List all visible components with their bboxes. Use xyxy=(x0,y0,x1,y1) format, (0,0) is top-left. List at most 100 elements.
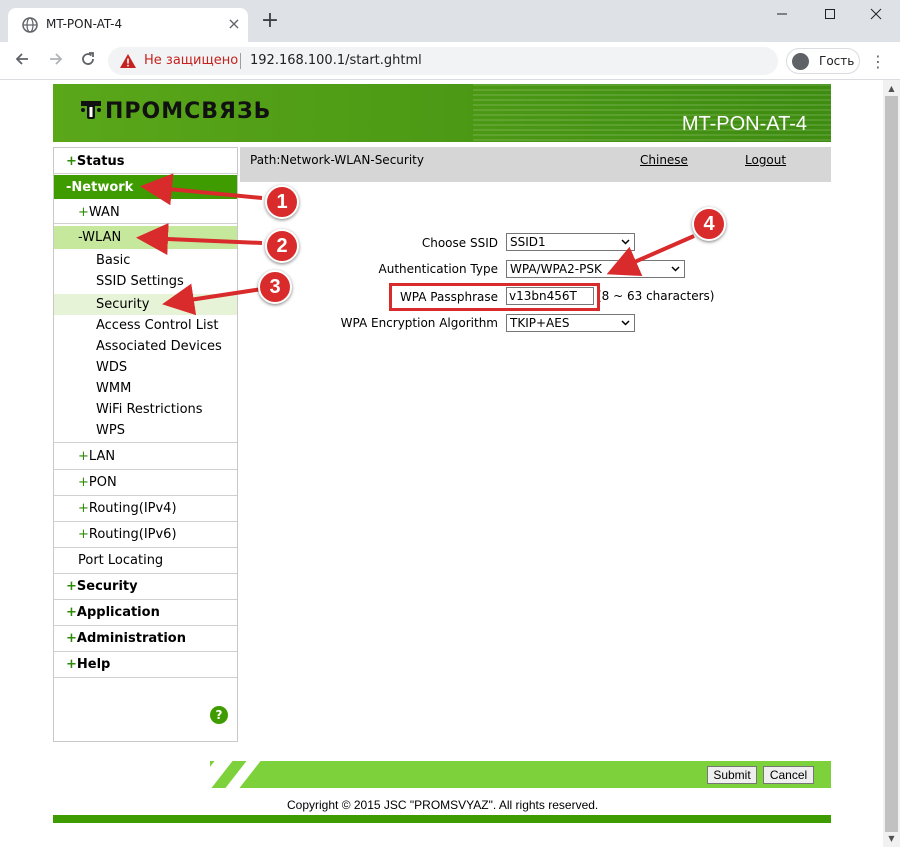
ssid-value: SSID1 xyxy=(510,235,546,249)
sidebar-item-label: Associated Devices xyxy=(96,339,222,354)
chevron-down-icon xyxy=(621,320,630,326)
sidebar-item-label: WAN xyxy=(88,205,120,220)
sidebar-item-label: Application xyxy=(76,605,160,620)
auth-type-label: Authentication Type xyxy=(378,262,498,276)
sidebar-item-wlan[interactable]: -WLAN xyxy=(54,226,237,249)
maximize-icon[interactable] xyxy=(820,6,840,26)
sidebar-item-label: Status xyxy=(76,154,125,169)
sidebar-item-wmm[interactable]: WMM xyxy=(54,379,237,400)
sidebar-item-wifi-restrictions[interactable]: WiFi Restrictions xyxy=(54,400,237,421)
profile-label: Гость xyxy=(819,54,855,68)
step-badge-3: 3 xyxy=(258,270,292,304)
expand-sign: + xyxy=(78,449,89,464)
expand-sign: + xyxy=(66,154,77,169)
sidebar-item-ssid-settings[interactable]: SSID Settings xyxy=(54,272,237,293)
scroll-down-icon[interactable]: ▼ xyxy=(887,834,896,843)
step-badge-1: 1 xyxy=(265,185,299,219)
ssid-select[interactable]: SSID1 xyxy=(506,233,635,251)
sidebar-item-label: WLAN xyxy=(82,230,122,245)
help-icon[interactable]: ? xyxy=(210,706,228,724)
profile-button[interactable]: Гость xyxy=(786,48,860,74)
expand-sign: + xyxy=(66,579,77,594)
address-bar[interactable]: Не защищено 192.168.100.1/start.ghtml xyxy=(108,47,778,75)
tab-strip: MT-PON-AT-4 × + xyxy=(0,0,900,42)
sidebar-item-help[interactable]: +Help xyxy=(54,652,237,678)
expand-sign: + xyxy=(78,475,89,490)
menu-icon[interactable]: ⋮ xyxy=(870,52,886,72)
expand-sign: + xyxy=(66,605,77,620)
window-close-icon[interactable] xyxy=(866,6,886,26)
cancel-button[interactable]: Cancel xyxy=(763,766,814,784)
expand-sign: + xyxy=(66,657,77,672)
sidebar-item-wps[interactable]: WPS xyxy=(54,421,237,443)
forward-icon[interactable] xyxy=(46,51,66,71)
router-header: ПРОМСВЯЗЬ MT-PON-AT-4 xyxy=(53,84,831,142)
submit-button[interactable]: Submit xyxy=(707,766,757,784)
sidebar-item-associated-devices[interactable]: Associated Devices xyxy=(54,337,237,358)
sidebar-item-label: PON xyxy=(88,475,117,490)
sidebar-nav: +Status -Network +WAN -WLAN Basic SSID S… xyxy=(53,147,238,742)
sidebar-item-label: Routing(IPv4) xyxy=(88,501,177,516)
plus-icon[interactable]: + xyxy=(260,10,280,32)
sidebar-item-label: Routing(IPv6) xyxy=(88,527,177,542)
expand-sign: + xyxy=(66,631,77,646)
brand-logo: ПРОМСВЯЗЬ xyxy=(81,99,271,124)
breadcrumb: Path:Network-WLAN-Security xyxy=(250,153,424,167)
browser-toolbar: Не защищено 192.168.100.1/start.ghtml Го… xyxy=(0,42,900,80)
sidebar-item-security-wlan[interactable]: Security xyxy=(54,294,237,315)
sidebar-item-basic[interactable]: Basic xyxy=(54,251,237,272)
auth-type-value: WPA/WPA2-PSK xyxy=(510,262,602,276)
tab-title: MT-PON-AT-4 xyxy=(46,17,123,31)
back-icon[interactable] xyxy=(12,51,32,71)
sidebar-item-routing-ipv4[interactable]: +Routing(IPv4) xyxy=(54,496,237,522)
sidebar-item-label: SSID Settings xyxy=(96,274,184,289)
reload-icon[interactable] xyxy=(78,51,98,71)
encryption-select[interactable]: TKIP+AES xyxy=(506,314,635,332)
chevron-down-icon xyxy=(621,239,630,245)
sidebar-item-security[interactable]: +Security xyxy=(54,574,237,600)
sidebar-item-label: Network xyxy=(71,180,134,195)
sidebar-item-label: Port Locating xyxy=(78,553,164,568)
sidebar-item-lan[interactable]: +LAN xyxy=(54,444,237,470)
logout-link[interactable]: Logout xyxy=(745,153,786,167)
sidebar-item-network[interactable]: -Network xyxy=(54,175,237,199)
sidebar-item-wan[interactable]: +WAN xyxy=(54,200,237,224)
copyright-text: Copyright © 2015 JSC "PROMSVYAZ". All ri… xyxy=(287,798,599,812)
sidebar-item-label: Security xyxy=(76,579,138,594)
auth-type-select[interactable]: WPA/WPA2-PSK xyxy=(506,260,685,278)
encryption-value: TKIP+AES xyxy=(510,316,570,330)
scroll-thumb[interactable] xyxy=(885,96,898,832)
scroll-up-icon[interactable]: ▲ xyxy=(887,84,896,93)
user-icon xyxy=(792,53,809,70)
ssid-label: Choose SSID xyxy=(421,236,498,250)
logo-mark-icon xyxy=(81,99,101,121)
browser-tab[interactable]: MT-PON-AT-4 × xyxy=(8,8,248,42)
sidebar-item-label: Access Control List xyxy=(96,318,219,333)
sidebar-item-routing-ipv6[interactable]: +Routing(IPv6) xyxy=(54,522,237,548)
bar-stripe xyxy=(225,761,261,788)
chinese-link[interactable]: Chinese xyxy=(640,153,688,167)
sidebar-item-status[interactable]: +Status xyxy=(54,148,237,174)
logo-text: ПРОМСВЯЗЬ xyxy=(105,99,272,124)
passphrase-hint: (8 ~ 63 characters) xyxy=(597,289,715,303)
expand-sign: + xyxy=(78,527,89,542)
minimize-icon[interactable] xyxy=(772,6,792,26)
security-warning[interactable]: Не защищено xyxy=(144,53,238,68)
sidebar-item-label: WPS xyxy=(96,423,125,438)
sidebar-item-label: Security xyxy=(96,297,150,312)
chevron-down-icon xyxy=(671,266,680,272)
sidebar-item-access-control-list[interactable]: Access Control List xyxy=(54,316,237,337)
sidebar-item-label: WiFi Restrictions xyxy=(96,402,203,417)
sidebar-item-label: Help xyxy=(76,657,111,672)
sidebar-item-port-locating[interactable]: Port Locating xyxy=(54,548,237,574)
scrollbar[interactable]: ▲ ▼ xyxy=(883,80,900,847)
sidebar-item-application[interactable]: +Application xyxy=(54,600,237,626)
close-icon[interactable]: × xyxy=(226,16,242,32)
sidebar-item-pon[interactable]: +PON xyxy=(54,470,237,496)
sidebar-item-label: LAN xyxy=(88,449,116,464)
url-text[interactable]: 192.168.100.1/start.ghtml xyxy=(250,53,422,68)
sidebar-item-wds[interactable]: WDS xyxy=(54,358,237,379)
sidebar-item-administration[interactable]: +Administration xyxy=(54,626,237,652)
expand-sign: + xyxy=(78,501,89,516)
sidebar-item-label: WDS xyxy=(96,360,128,375)
